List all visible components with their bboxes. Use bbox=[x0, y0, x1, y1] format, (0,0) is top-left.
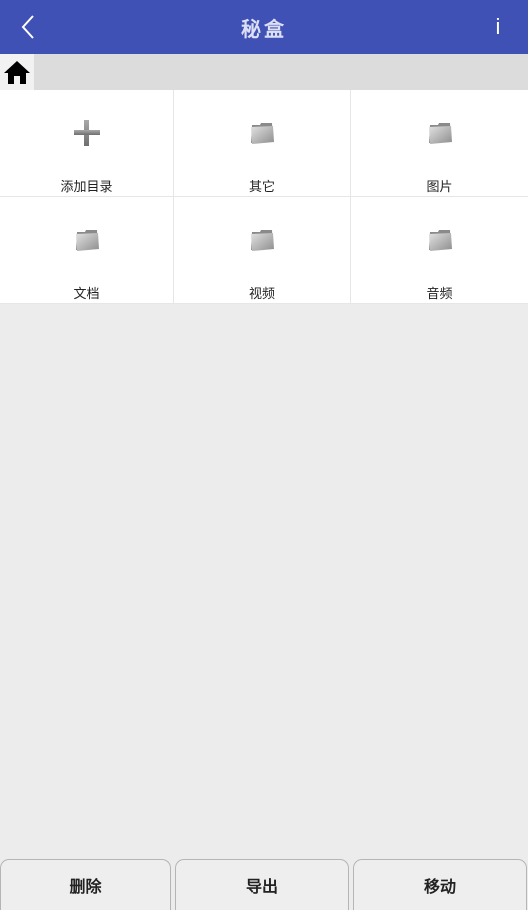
page-title: 秘盒 bbox=[241, 16, 287, 41]
folder-grid: 添加目录 其它 图片 文档 视频 音频 bbox=[0, 90, 528, 304]
folder-item-audio[interactable]: 音频 bbox=[351, 197, 528, 304]
folder-icon bbox=[425, 118, 455, 148]
folder-label: 其它 bbox=[248, 180, 275, 195]
action-bar: 删除 导出 移动 bbox=[0, 859, 528, 910]
chevron-left-icon bbox=[21, 15, 34, 39]
folder-label: 添加目录 bbox=[60, 180, 113, 195]
add-folder-item[interactable]: 添加目录 bbox=[0, 90, 174, 197]
plus-icon bbox=[72, 118, 102, 148]
app-header: 秘盒 i bbox=[0, 0, 528, 54]
move-button[interactable]: 移动 bbox=[353, 859, 527, 910]
breadcrumb bbox=[0, 54, 528, 90]
delete-button[interactable]: 删除 bbox=[0, 859, 171, 910]
home-button[interactable] bbox=[0, 54, 34, 90]
app-root: 秘盒 i 添加目录 其它 图片 文档 视频 音频 删除 导出 移动 bbox=[0, 0, 528, 910]
folder-label: 视频 bbox=[248, 287, 275, 302]
export-button[interactable]: 导出 bbox=[175, 859, 349, 910]
folder-label: 音频 bbox=[426, 287, 453, 302]
folder-icon bbox=[425, 225, 455, 255]
folder-icon bbox=[247, 225, 277, 255]
folder-item-documents[interactable]: 文档 bbox=[0, 197, 174, 304]
folder-item-videos[interactable]: 视频 bbox=[174, 197, 351, 304]
home-icon bbox=[4, 61, 30, 84]
folder-label: 图片 bbox=[426, 180, 453, 195]
folder-icon bbox=[247, 118, 277, 148]
info-button[interactable]: i bbox=[486, 0, 510, 54]
back-button[interactable] bbox=[8, 0, 48, 54]
folder-icon bbox=[72, 225, 102, 255]
folder-item-other[interactable]: 其它 bbox=[174, 90, 351, 197]
folder-item-images[interactable]: 图片 bbox=[351, 90, 528, 197]
folder-label: 文档 bbox=[73, 287, 100, 302]
